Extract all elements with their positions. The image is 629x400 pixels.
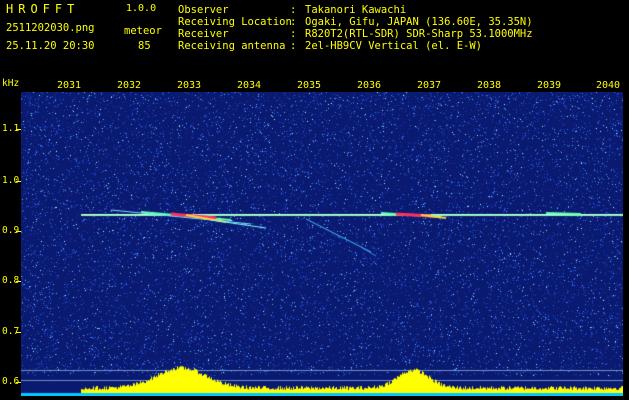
antenna-value: 2el-HB9CV Vertical (el. E-W) (305, 40, 483, 52)
time-tick-label: 2033 (177, 80, 202, 91)
antenna-label: Receiving antenna (178, 40, 286, 52)
location-label: Receiving Location (178, 16, 292, 28)
receiver-value: R820T2(RTL-SDR) SDR-Sharp 53.1000MHz (305, 28, 533, 40)
receiver-label: Receiver (178, 28, 229, 40)
time-tick-label: 2039 (537, 80, 562, 91)
field-separator: : (290, 16, 297, 28)
time-tick-label: 2031 (57, 80, 82, 91)
observation-datetime: 25.11.20 20:30 (6, 40, 95, 52)
time-tick-label: 2036 (357, 80, 382, 91)
file-name: 2511202030.png (6, 22, 95, 34)
frequency-axis: kHz 1.1 1.0 0.9 0.8 0.7 0.6 (0, 78, 21, 400)
time-tick-label: 2040 (596, 80, 621, 91)
spectrogram-canvas (21, 92, 623, 396)
time-tick-label: 2032 (117, 80, 142, 91)
app-version: 1.0.0 (126, 3, 157, 14)
observer-value: Takanori Kawachi (305, 4, 407, 16)
observer-label: Observer (178, 4, 229, 16)
location-value: Ogaki, Gifu, JAPAN (136.60E, 35.35N) (305, 16, 533, 28)
meteor-label: meteor (124, 25, 162, 37)
meteor-count: 85 (138, 40, 151, 52)
spectrogram-plot (21, 92, 623, 396)
header-panel: HROFFT 1.0.0 2511202030.png meteor 25.11… (0, 0, 629, 78)
field-separator: : (290, 28, 297, 40)
field-separator: : (290, 4, 297, 16)
plot-right-border (623, 78, 629, 400)
time-tick-label: 2037 (417, 80, 442, 91)
frequency-unit-label: kHz (2, 78, 20, 89)
time-tick-label: 2035 (297, 80, 322, 91)
field-separator: : (290, 40, 297, 52)
time-tick-label: 2038 (477, 80, 502, 91)
app-name: HROFFT (6, 2, 80, 16)
time-tick-label: 2034 (237, 80, 262, 91)
